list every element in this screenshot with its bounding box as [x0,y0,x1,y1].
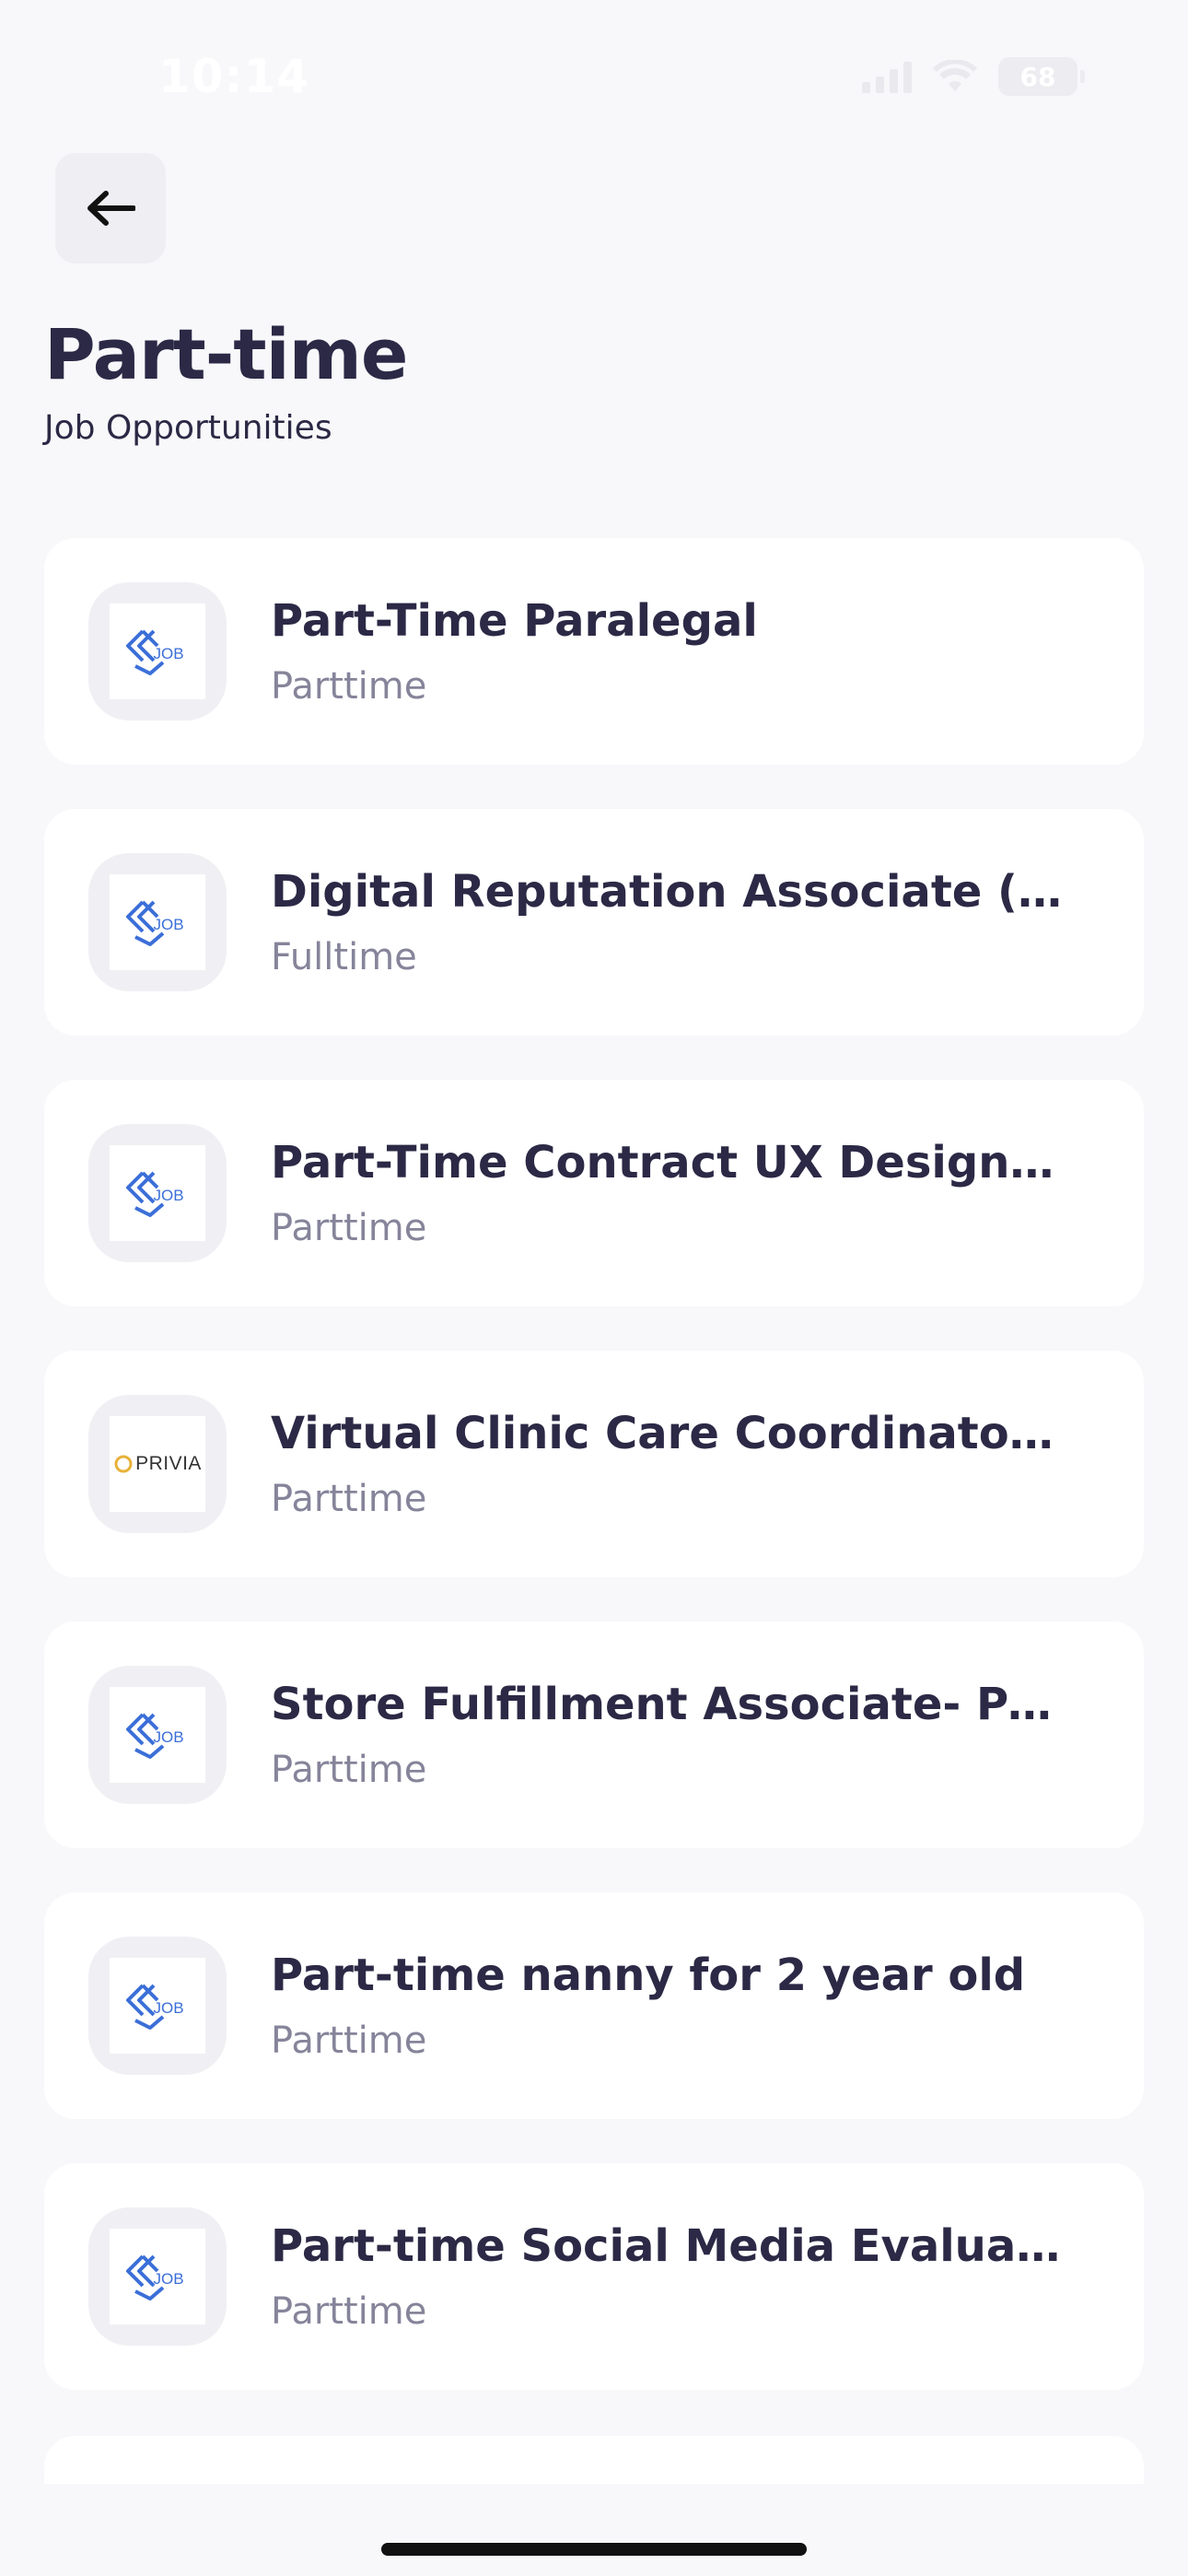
job-title: Virtual Clinic Care Coordinator Part… [271,1408,1063,1459]
job-logo-text: JOB [153,1187,183,1204]
job-title: Part-Time Contract UX Designer (R… [271,1137,1063,1188]
job-logo-text: JOB [153,1999,183,2017]
job-type: Parttime [271,2020,427,2062]
job-card[interactable]: JOB Store Fulfillment Associate- Part Ti…… [44,1622,1144,1848]
page-title: Part-time [44,313,408,395]
job-logo-text: JOB [153,916,183,933]
job-type: Parttime [271,1207,427,1249]
company-logo-image: PRIVIA [110,1416,205,1512]
job-logo-icon: JOB [126,1713,184,1759]
job-list: JOB Part-Time Paralegal Parttime JOB Digital… [44,538,1144,2434]
job-logo-text: JOB [153,645,183,662]
status-icons: 68 [862,57,1085,96]
company-logo-image: JOB [110,2229,205,2324]
page-subtitle: Job Opportunities [44,409,332,447]
privia-logo-icon: PRIVIA [113,1453,202,1475]
job-card[interactable]: JOB Part-Time Contract UX Designer (R… Par… [44,1080,1144,1306]
job-logo-icon: JOB [126,629,184,675]
company-logo: JOB [88,1666,227,1804]
job-logo-text: JOB [153,1728,183,1746]
job-type: Parttime [271,2290,427,2333]
job-type: Parttime [271,665,427,708]
company-logo: JOB [88,2207,227,2346]
company-logo: JOB [88,853,227,991]
privia-logo-text: PRIVIA [135,1453,202,1474]
job-title: Part-time nanny for 2 year old [271,1950,1026,2001]
job-logo-icon: JOB [126,1984,184,2030]
bottom-area [0,2484,1188,2576]
back-button[interactable] [55,153,166,263]
company-logo: JOB [88,1124,227,1262]
company-logo: PRIVIA [88,1395,227,1533]
job-type: Parttime [271,1478,427,1520]
job-card[interactable]: JOB Part-time Social Media Evaluator Partt… [44,2163,1144,2390]
company-logo-image: JOB [110,1145,205,1241]
arrow-left-icon [87,191,135,226]
job-logo-icon: JOB [126,900,184,946]
job-title: Store Fulfillment Associate- Part Ti… [271,1679,1063,1730]
company-logo-image: JOB [110,874,205,970]
job-title: Part-Time Paralegal [271,595,758,647]
home-indicator[interactable] [381,2543,807,2556]
job-type: Fulltime [271,936,417,978]
job-card[interactable]: JOB Part-Time Paralegal Parttime [44,538,1144,765]
company-logo: JOB [88,582,227,720]
cellular-signal-icon [862,60,912,93]
company-logo: JOB [88,1937,227,2075]
job-logo-icon: JOB [126,1171,184,1217]
company-logo-image: JOB [110,1687,205,1783]
job-card[interactable]: JOB Digital Reputation Associate (Part-… F… [44,809,1144,1036]
job-card[interactable]: PRIVIA Virtual Clinic Care Coordinator Pa… [44,1351,1144,1577]
battery-level: 68 [1019,61,1056,92]
job-title: Digital Reputation Associate (Part-… [271,866,1063,918]
job-logo-text: JOB [153,2270,183,2288]
company-logo-image: JOB [110,1958,205,2054]
status-bar: 10:14 68 [0,0,1188,157]
job-logo-icon: JOB [126,2254,184,2301]
job-title: Part-time Social Media Evaluator [271,2220,1063,2272]
company-logo-image: JOB [110,603,205,699]
status-time: 10:14 [158,50,310,103]
wifi-icon [932,60,978,93]
battery-icon: 68 [998,57,1085,96]
job-card[interactable]: JOB Part-time nanny for 2 year old Parttim… [44,1892,1144,2119]
job-type: Parttime [271,1749,427,1791]
